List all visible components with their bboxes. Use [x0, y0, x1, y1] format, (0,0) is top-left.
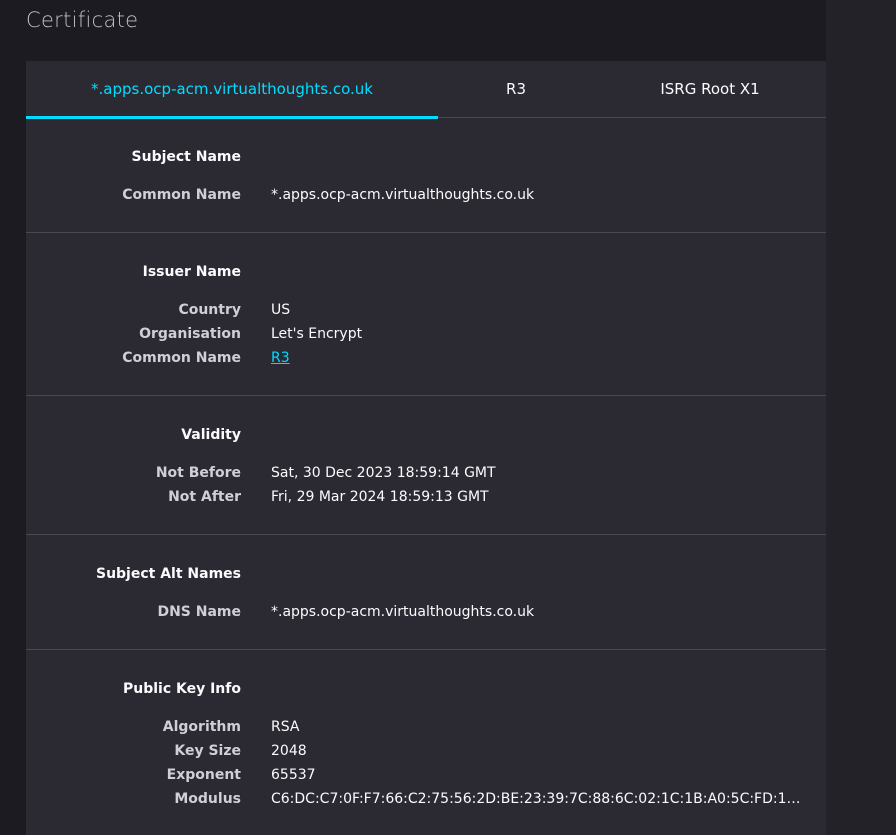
section-subject-alt-names: Subject Alt Names DNS Name *.apps.ocp-ac… [26, 535, 826, 650]
field-value: Sat, 30 Dec 2023 18:59:14 GMT [271, 465, 496, 481]
field-row: Modulus C6:DC:C7:0F:F7:66:C2:75:56:2D:BE… [26, 787, 826, 811]
field-label: Not After [168, 489, 241, 505]
field-value: C6:DC:C7:0F:F7:66:C2:75:56:2D:BE:23:39:7… [271, 791, 801, 807]
field-row: Exponent 65537 [26, 763, 826, 787]
field-value: *.apps.ocp-acm.virtualthoughts.co.uk [271, 187, 535, 203]
field-row: Algorithm RSA [26, 715, 826, 739]
section-public-key-info: Public Key Info Algorithm RSA Key Size 2… [26, 650, 826, 835]
field-row: Country US [26, 298, 826, 322]
section-heading-row: Subject Alt Names [26, 562, 826, 586]
field-row: DNS Name *.apps.ocp-acm.virtualthoughts.… [26, 600, 826, 624]
field-value: 65537 [271, 767, 316, 783]
field-value: *.apps.ocp-acm.virtualthoughts.co.uk [271, 604, 535, 620]
section-heading-row: Issuer Name [26, 260, 826, 284]
field-label: Common Name [122, 350, 241, 366]
field-value: Fri, 29 Mar 2024 18:59:13 GMT [271, 489, 489, 505]
section-heading: Validity [181, 427, 241, 443]
field-value: R3 [271, 346, 801, 370]
field-value: 2048 [271, 743, 307, 759]
tab-intermediate-certificate[interactable]: R3 [438, 61, 594, 117]
issuer-common-name-link[interactable]: R3 [271, 350, 290, 366]
field-label: Not Before [155, 465, 241, 481]
section-issuer-name: Issuer Name Country US Organisation Let'… [26, 233, 826, 396]
field-label: Country [178, 302, 241, 318]
section-heading-row: Subject Name [26, 145, 826, 169]
field-value: RSA [271, 719, 300, 735]
section-heading: Issuer Name [142, 264, 241, 280]
field-label: Algorithm [162, 719, 241, 735]
section-heading: Subject Name [131, 149, 241, 165]
scroll-gutter [826, 0, 896, 835]
field-row: Common Name *.apps.ocp-acm.virtualthough… [26, 183, 826, 207]
certificate-card: *.apps.ocp-acm.virtualthoughts.co.uk R3 … [26, 61, 826, 835]
field-row: Organisation Let's Encrypt [26, 322, 826, 346]
field-label: Key Size [174, 743, 241, 759]
tab-root-certificate[interactable]: ISRG Root X1 [594, 61, 826, 117]
page-title: Certificate [26, 8, 139, 32]
section-heading-row: Public Key Info [26, 677, 826, 701]
field-value: Let's Encrypt [271, 326, 363, 342]
field-row: Common Name R3 [26, 346, 826, 370]
field-row: Not Before Sat, 30 Dec 2023 18:59:14 GMT [26, 461, 826, 485]
field-label: Modulus [174, 791, 241, 807]
section-subject-name: Subject Name Common Name *.apps.ocp-acm.… [26, 118, 826, 233]
section-heading: Public Key Info [122, 681, 241, 697]
section-heading-row: Validity [26, 423, 826, 447]
field-label: Exponent [166, 767, 241, 783]
field-label: Organisation [139, 326, 241, 342]
certificate-tabs: *.apps.ocp-acm.virtualthoughts.co.uk R3 … [26, 61, 826, 119]
field-row: Key Size 2048 [26, 739, 826, 763]
field-value: US [271, 302, 291, 318]
field-label: Common Name [122, 187, 241, 203]
section-validity: Validity Not Before Sat, 30 Dec 2023 18:… [26, 396, 826, 535]
field-label: DNS Name [157, 604, 241, 620]
section-heading: Subject Alt Names [95, 566, 241, 582]
tab-leaf-certificate[interactable]: *.apps.ocp-acm.virtualthoughts.co.uk [26, 61, 438, 119]
certificate-viewer: Certificate *.apps.ocp-acm.virtualthough… [0, 0, 896, 835]
field-row: Not After Fri, 29 Mar 2024 18:59:13 GMT [26, 485, 826, 509]
